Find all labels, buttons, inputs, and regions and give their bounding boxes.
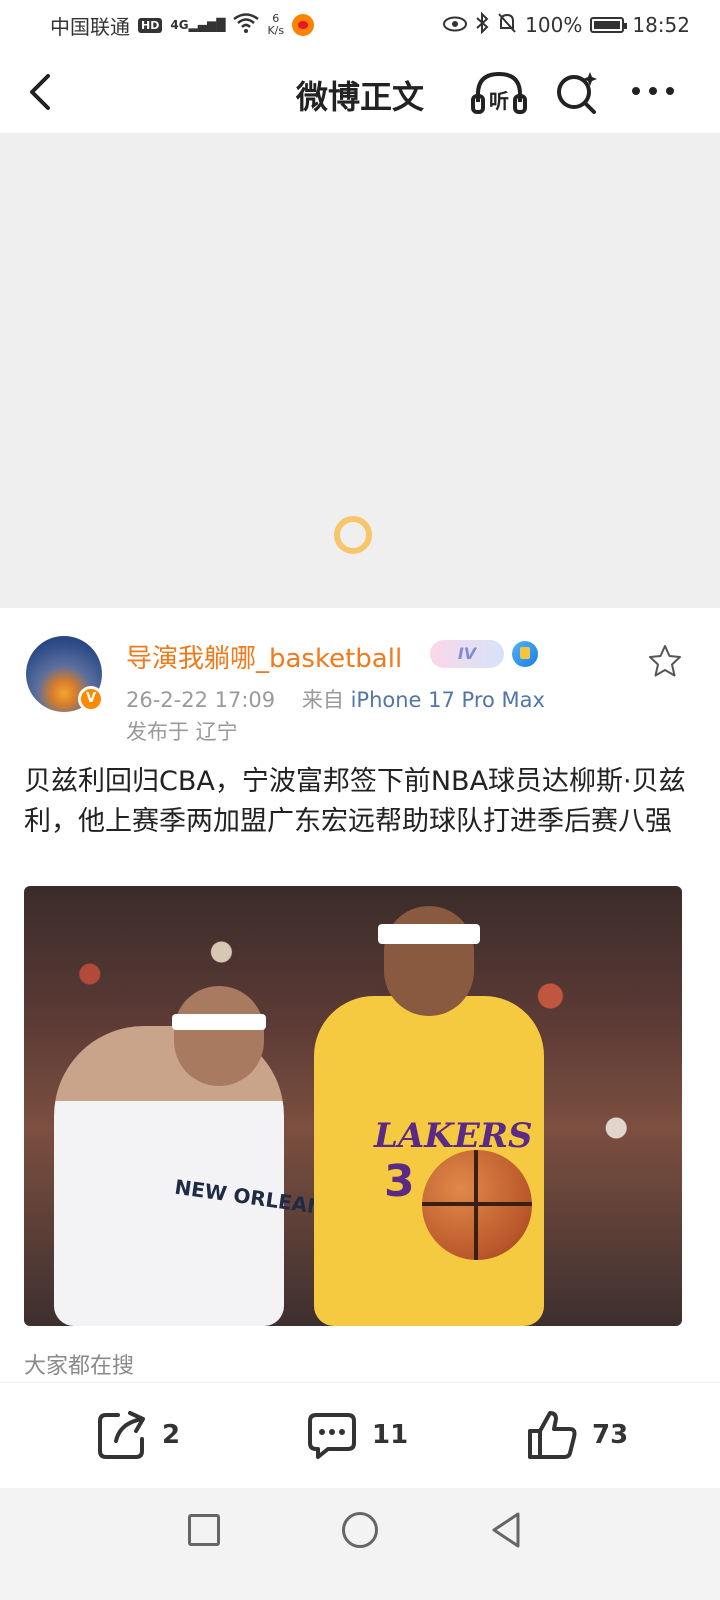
photo-headband-white [172,1014,266,1030]
photo-player-white-head [174,986,264,1086]
username[interactable]: 导演我躺哪_basketball [126,638,402,675]
net-speed: 6 K/s [267,13,284,37]
clock: 18:52 [632,13,690,37]
trending-search-hint[interactable]: 大家都在搜 [24,1348,134,1380]
post-location: 发布于 辽宁 [126,720,238,744]
carrier-label: 中国联通 [50,14,130,39]
back-triangle-icon[interactable] [488,1510,524,1550]
verified-v-badge: V [78,686,104,712]
search-icon[interactable] [552,68,602,116]
photo-jersey-text: LAKERS [374,1116,533,1156]
mute-icon [497,12,517,39]
post-content: 贝兹利回归CBA，宁波富邦签下前NBA球员达柳斯·贝兹利，他上赛季两加盟广东宏远… [24,766,686,837]
photo-player-gold-head [384,906,474,1016]
photo-jersey-number: 3 [384,1156,415,1207]
system-nav-bar [0,1488,720,1600]
share-button[interactable]: 2 [96,1407,180,1463]
network-type: 4G [170,18,189,32]
page-title: 微博正文 [295,78,424,116]
favorite-star-icon[interactable] [648,644,682,678]
timestamp: 26-2-22 17:09 [126,688,276,712]
wifi-icon [233,12,260,38]
thumbs-up-icon [528,1411,577,1459]
status-right: 100% 18:52 [443,11,690,39]
loading-spinner-icon [334,516,372,554]
post-meta: 26-2-22 17:09 来自 iPhone 17 Pro Max [126,684,545,714]
home-circle-icon[interactable] [342,1512,378,1548]
weibo-notification-icon [292,14,315,36]
post-photo[interactable]: NEW ORLEANS LAKERS 3 [24,886,682,1326]
member-level-badge[interactable]: IV [430,640,504,668]
battery-icon [590,17,628,33]
like-button[interactable]: 73 [526,1407,628,1463]
listen-label: 听 [489,89,509,113]
source-prefix: 来自 [301,688,344,712]
like-count: 73 [592,1420,629,1450]
media-placeholder[interactable] [0,134,720,608]
net-speed-unit: K/s [267,24,285,37]
source-device[interactable]: iPhone 17 Pro Max [351,688,545,712]
status-left: 中国联通 HD 4G▂▄▆█ 6 K/s [50,11,315,40]
back-arrow-icon[interactable] [22,72,62,112]
eye-icon [443,13,468,37]
nav-bar: 微博正文 听 [0,50,720,134]
comment-icon [308,1413,356,1459]
share-icon [98,1411,145,1459]
more-options-icon[interactable] [628,76,678,106]
photo-headband-gold [378,924,480,944]
photo-basketball [422,1150,532,1260]
battery-percent: 100% [525,13,583,37]
action-bar: 2 11 73 [0,1382,720,1488]
bluetooth-icon [475,11,489,39]
status-bar: 中国联通 HD 4G▂▄▆█ 6 K/s 100% 18:52 [0,0,720,50]
listen-headphones-icon[interactable]: 听 [470,68,528,116]
share-count: 2 [162,1420,181,1450]
comment-button[interactable]: 11 [306,1407,408,1463]
recent-apps-icon[interactable] [188,1514,220,1546]
verification-badge-icon[interactable] [512,641,538,667]
comment-count: 11 [372,1420,409,1450]
hd-badge: HD [138,17,163,33]
signal-icon: 4G▂▄▆█ [170,18,226,32]
